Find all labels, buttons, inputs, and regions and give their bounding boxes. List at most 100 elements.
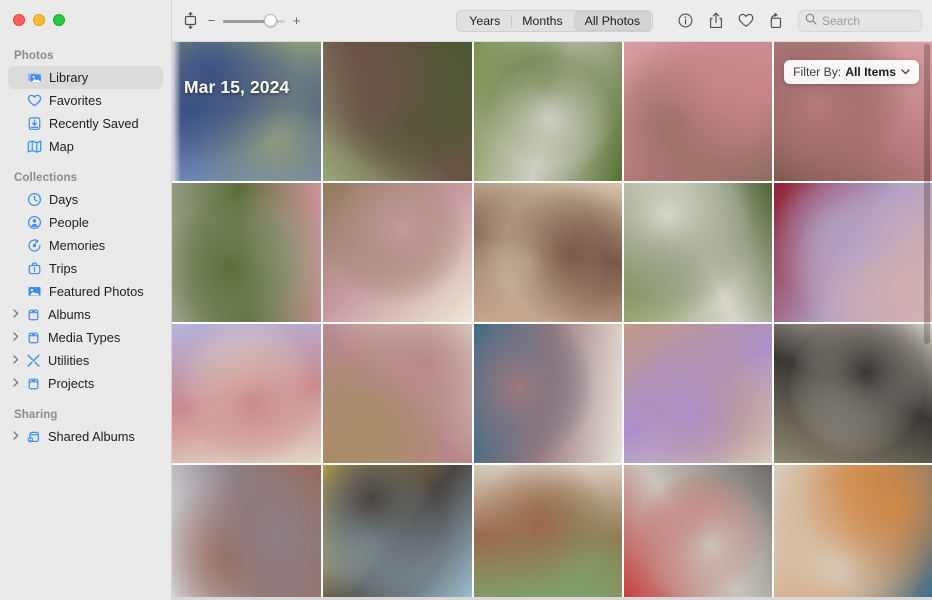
- disclosure-triangle-icon[interactable]: [13, 378, 24, 389]
- photo-image: [323, 42, 472, 181]
- sidebar-item-label: Memories: [49, 238, 106, 253]
- filter-by-dropdown[interactable]: Filter By: All Items: [784, 60, 919, 84]
- info-icon[interactable]: [677, 11, 694, 30]
- photo-thumbnail[interactable]: [474, 324, 622, 463]
- vertical-scrollbar[interactable]: [924, 44, 930, 344]
- tab-all-photos[interactable]: All Photos: [573, 10, 651, 31]
- photo-thumbnail[interactable]: [774, 183, 932, 322]
- filter-label: Filter By:: [793, 65, 842, 79]
- disclosure-triangle-icon[interactable]: [13, 332, 24, 343]
- photo-image: [474, 183, 622, 322]
- photo-icon: [25, 284, 44, 299]
- photo-thumbnail[interactable]: [172, 324, 321, 463]
- shared-album-icon: [24, 429, 43, 444]
- photo-thumbnail[interactable]: [172, 465, 321, 600]
- photo-thumbnail[interactable]: [774, 465, 932, 600]
- sidebar-item-label: People: [49, 215, 89, 230]
- photo-thumbnail[interactable]: [474, 42, 622, 181]
- photo-thumbnail[interactable]: [624, 465, 772, 600]
- sidebar-item-shared-albums[interactable]: Shared Albums: [8, 425, 163, 448]
- aspect-fit-icon[interactable]: [180, 11, 200, 31]
- tab-months[interactable]: Months: [511, 11, 573, 31]
- photo-thumbnail[interactable]: [474, 183, 622, 322]
- sidebar-item-albums[interactable]: Albums: [8, 303, 163, 326]
- tray-down-icon: [25, 116, 44, 131]
- sidebar-item-utilities[interactable]: Utilities: [8, 349, 163, 372]
- photo-image: [624, 183, 772, 322]
- photo-thumbnail[interactable]: [172, 183, 321, 322]
- map-icon: [25, 139, 44, 154]
- photo-thumbnail[interactable]: [172, 42, 321, 181]
- disclosure-triangle-icon[interactable]: [13, 309, 24, 320]
- album-icon: [24, 307, 43, 322]
- tab-years[interactable]: Years: [458, 11, 511, 31]
- photo-grid: [172, 42, 932, 600]
- sidebar-item-recently-saved[interactable]: Recently Saved: [8, 112, 163, 135]
- sidebar-section-header: Sharing: [14, 409, 58, 421]
- photo-thumbnail[interactable]: [474, 465, 622, 600]
- sidebar-item-people[interactable]: People: [8, 211, 163, 234]
- sidebar-item-projects[interactable]: Projects: [8, 372, 163, 395]
- sidebar-list: Photos Library Favorites Recently Saved Map C…: [0, 0, 171, 448]
- sidebar-section-header: Photos: [14, 50, 54, 62]
- sidebar-item-library[interactable]: Library: [8, 66, 163, 89]
- photo-thumbnail[interactable]: [624, 42, 772, 181]
- photo-thumbnail[interactable]: [323, 465, 472, 600]
- zoom-in-button[interactable]: +: [292, 14, 301, 27]
- sidebar-item-days[interactable]: Days: [8, 188, 163, 211]
- photo-image: [474, 42, 622, 181]
- share-icon[interactable]: [707, 11, 724, 30]
- photo-thumbnail[interactable]: [323, 183, 472, 322]
- photo-image: [774, 183, 932, 322]
- photo-image: [474, 465, 622, 600]
- album-icon: [24, 376, 43, 391]
- sidebar: Photos Library Favorites Recently Saved Map C…: [0, 0, 172, 600]
- zoom-button[interactable]: [53, 14, 65, 26]
- photo-image: [172, 465, 321, 600]
- photo-thumbnail[interactable]: [624, 324, 772, 463]
- sidebar-item-map[interactable]: Map: [8, 135, 163, 158]
- photo-thumbnail[interactable]: [323, 324, 472, 463]
- view-mode-segmented-control[interactable]: Years Months All Photos: [456, 9, 653, 32]
- search-placeholder: Search: [822, 13, 861, 28]
- sidebar-item-label: Featured Photos: [49, 284, 144, 299]
- sidebar-item-media-types[interactable]: Media Types: [8, 326, 163, 349]
- sidebar-item-label: Favorites: [49, 93, 102, 108]
- sidebar-item-label: Shared Albums: [48, 429, 135, 444]
- heart-icon[interactable]: [737, 11, 754, 30]
- photo-thumbnail[interactable]: [624, 183, 772, 322]
- sidebar-item-trips[interactable]: Trips: [8, 257, 163, 280]
- sidebar-item-memories[interactable]: Memories: [8, 234, 163, 257]
- person-circle-icon: [25, 215, 44, 230]
- photo-image: [172, 183, 321, 322]
- photo-image: [474, 324, 622, 463]
- search-field[interactable]: Search: [798, 9, 922, 32]
- sidebar-item-label: Media Types: [48, 330, 121, 345]
- main-area: − + Years Months All Photos Search Mar 1…: [172, 0, 932, 600]
- photo-thumbnail[interactable]: [774, 324, 932, 463]
- sidebar-item-favorites[interactable]: Favorites: [8, 89, 163, 112]
- slider-thumb[interactable]: [263, 14, 277, 27]
- disclosure-triangle-icon[interactable]: [13, 431, 24, 442]
- photos-library-icon: [25, 70, 44, 85]
- sidebar-item-label: Days: [49, 192, 79, 207]
- heart-icon: [25, 93, 44, 108]
- close-button[interactable]: [13, 14, 25, 26]
- photos-app-window: Photos Library Favorites Recently Saved Map C…: [0, 0, 932, 600]
- sidebar-item-label: Map: [49, 139, 74, 154]
- toolbar: − + Years Months All Photos Search: [172, 0, 932, 42]
- sidebar-item-featured-photos[interactable]: Featured Photos: [8, 280, 163, 303]
- photo-image: [323, 183, 472, 322]
- sidebar-section-header: Collections: [14, 172, 78, 184]
- photo-image: [774, 465, 932, 600]
- zoom-slider[interactable]: [223, 14, 285, 28]
- photo-thumbnail[interactable]: [323, 42, 472, 181]
- zoom-controls: − +: [180, 11, 301, 31]
- disclosure-triangle-icon[interactable]: [13, 355, 24, 366]
- photo-grid-container[interactable]: Mar 15, 2024 Filter By: All Items: [172, 42, 932, 600]
- zoom-out-button[interactable]: −: [207, 14, 216, 27]
- sidebar-item-label: Recently Saved: [49, 116, 139, 131]
- minimize-button[interactable]: [33, 14, 45, 26]
- rotate-icon[interactable]: [767, 11, 784, 30]
- toolbar-icon-group: [677, 11, 784, 30]
